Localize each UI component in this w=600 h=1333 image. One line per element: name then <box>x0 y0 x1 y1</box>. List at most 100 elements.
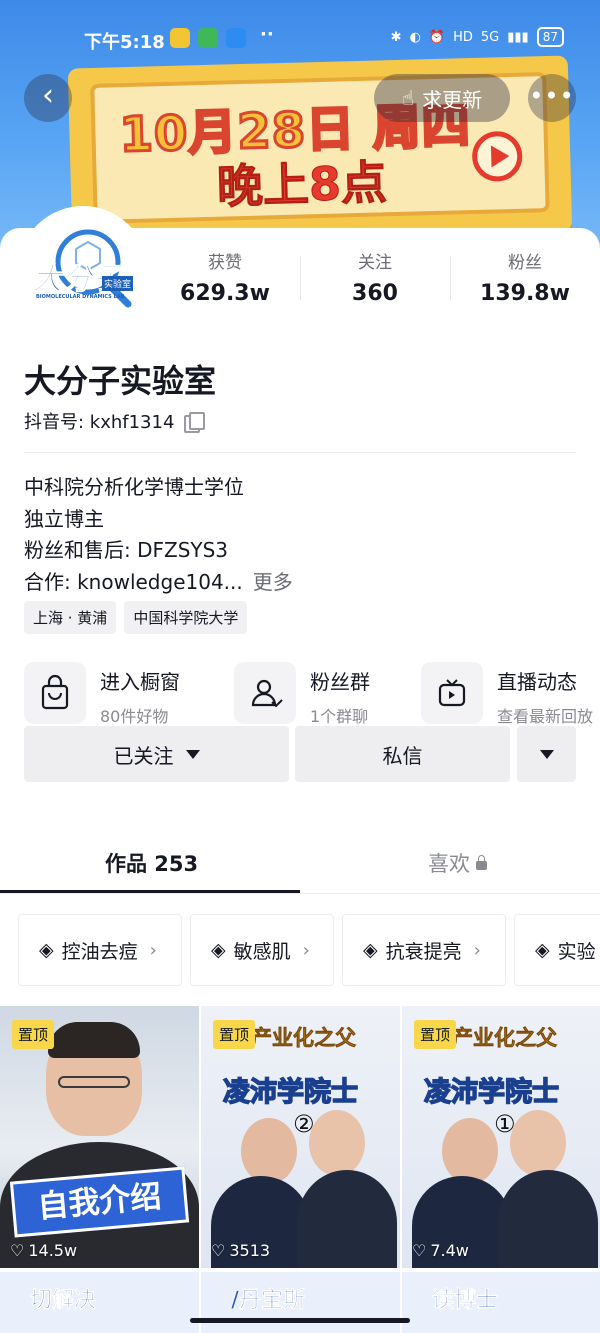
request-update-button[interactable]: ☝ 求更新 <box>374 74 510 122</box>
layers-icon: ◈ <box>211 939 226 961</box>
message-button[interactable]: 私信 <box>295 726 510 782</box>
video-thumbnail[interactable]: 产业化之父 凌沛学院士 ① 置顶 ♡ 7.4w <box>402 1006 600 1268</box>
person-image <box>309 1110 365 1176</box>
home-indicator[interactable] <box>190 1318 410 1323</box>
stat-label: 关注 <box>358 253 392 273</box>
likes-count: 3513 <box>229 1241 271 1260</box>
person-image <box>510 1110 566 1176</box>
profile-bio[interactable]: 中科院分析化学博士学位 独立博主 粉丝和售后: DFZSYS3 合作: know… <box>24 472 293 598</box>
person-image <box>442 1118 498 1184</box>
likes-count: 14.5w <box>28 1241 78 1260</box>
tab-likes-label: 喜欢 <box>428 852 470 876</box>
app-notification-icon <box>170 28 190 48</box>
lock-icon <box>476 855 487 870</box>
person-image <box>241 1118 297 1184</box>
feature-title: 进入橱窗 <box>100 670 180 694</box>
more-button[interactable]: ••• <box>528 74 576 122</box>
followed-button[interactable]: 已关注 <box>24 726 289 782</box>
douyin-id: 抖音号: kxhf1314 <box>24 408 206 434</box>
video-likes: ♡ 14.5w <box>10 1241 77 1260</box>
stat-value: 629.3w <box>180 281 270 306</box>
battery-icon: 87 <box>536 27 564 47</box>
stat-value: 360 <box>352 281 398 306</box>
video-headline-2: 凌沛学院士 <box>423 1076 560 1109</box>
avatar-subtext: 实验室 <box>102 276 134 291</box>
stat-following[interactable]: 关注 360 <box>300 248 450 308</box>
bio-more-link[interactable]: 更多 <box>253 570 293 594</box>
feature-subtitle: 查看最新回放 <box>497 707 594 726</box>
message-label: 私信 <box>382 743 423 768</box>
chevron-right-icon: › <box>302 939 310 961</box>
glasses-shape <box>58 1076 130 1088</box>
video-headline-2: 凌沛学院士 <box>222 1076 359 1109</box>
shopping-bag-icon <box>24 662 86 724</box>
hair-shape <box>48 1022 140 1058</box>
status-right: ✱ ◐ ⏰ HD 5G ▮▮▮ 87 <box>391 27 564 47</box>
bluetooth-icon: ✱ <box>390 29 402 45</box>
send-icon <box>226 28 246 48</box>
banner-time: 晚上8点 <box>216 155 388 214</box>
video-likes: ♡ 7.4w <box>412 1241 469 1260</box>
caret-down-icon <box>539 749 554 759</box>
thumb-icon: ☝ <box>401 86 415 110</box>
profile-stats: 获赞 629.3w 关注 360 粉丝 139.8w <box>150 248 600 308</box>
tab-works[interactable]: 作品 253 <box>105 848 198 878</box>
feature-title: 直播动态 <box>497 670 577 694</box>
bio-line: 粉丝和售后: DFZSYS3 <box>24 538 229 562</box>
douyin-id-text: 抖音号: kxhf1314 <box>24 412 175 433</box>
heart-icon: ♡ <box>10 1241 25 1260</box>
pinned-badge: 置顶 <box>414 1020 457 1049</box>
stat-value: 139.8w <box>480 281 570 306</box>
status-time: 下午5:18 <box>84 32 165 53</box>
recommend-dropdown-button[interactable] <box>517 726 576 782</box>
chevron-right-icon: › <box>473 939 481 961</box>
followed-label: 已关注 <box>113 743 174 768</box>
status-more: ·· <box>260 24 274 45</box>
video-thumbnail[interactable]: 切解决 <box>0 1272 199 1333</box>
collection-label: 抗衰提亮 <box>385 940 462 963</box>
hd-badge: HD <box>453 29 473 45</box>
school-tag[interactable]: 中国科学院大学 <box>124 601 248 634</box>
feature-shop-window[interactable]: 进入橱窗 80件好物 <box>24 662 180 726</box>
feature-live-updates[interactable]: 直播动态 查看最新回放 <box>421 662 594 726</box>
request-update-label: 求更新 <box>422 87 483 112</box>
location-tag[interactable]: 上海 · 黄浦 <box>24 601 117 634</box>
tab-likes[interactable]: 喜欢 <box>428 848 487 878</box>
back-button[interactable]: ‹ <box>24 74 72 122</box>
feature-title: 粉丝群 <box>310 670 370 694</box>
avatar[interactable]: 大分子 实验室 BIOMOLECULAR DYNAMICS LAB <box>18 206 148 336</box>
collection-item[interactable]: ◈ 敏感肌 › <box>190 914 334 986</box>
play-icon <box>471 130 523 183</box>
video-thumbnail[interactable]: 产业化之父 凌沛学院士 ② 置顶 ♡ 3513 <box>201 1006 400 1268</box>
profile-tags: 上海 · 黄浦 中国科学院大学 <box>24 601 248 634</box>
collection-item[interactable]: ◈ 抗衰提亮 › <box>342 914 506 986</box>
copy-icon[interactable] <box>184 412 206 433</box>
collection-item[interactable]: ◈ 实验 <box>514 914 600 986</box>
bio-line: 中科院分析化学博士学位 <box>24 475 244 499</box>
tv-icon <box>421 662 483 724</box>
body-shape <box>297 1170 397 1268</box>
stat-likes[interactable]: 获赞 629.3w <box>150 248 300 308</box>
stat-followers[interactable]: 粉丝 139.8w <box>450 248 600 308</box>
video-headline: 切解决 <box>30 1288 97 1314</box>
feature-subtitle: 80件好物 <box>100 707 169 726</box>
likes-count: 7.4w <box>430 1241 469 1260</box>
bio-line: 合作: knowledge104... <box>24 569 243 594</box>
collection-label: 控油去痘 <box>61 940 138 963</box>
collection-item[interactable]: ◈ 控油去痘 › <box>18 914 182 986</box>
signal-icon: ▮▮▮ <box>507 29 529 45</box>
feature-fan-group[interactable]: 粉丝群 1个群聊 <box>234 662 370 726</box>
video-likes: ♡ 3513 <box>211 1241 270 1260</box>
avatar-logo: 大分子 实验室 BIOMOLECULAR DYNAMICS LAB <box>26 214 140 328</box>
video-thumbnail[interactable]: 读博士 <box>402 1272 600 1333</box>
profile-name: 大分子实验室 <box>24 362 217 400</box>
video-thumbnail[interactable]: /丹宝斯 <box>201 1272 400 1333</box>
bio-line: 独立博主 <box>24 506 104 531</box>
video-headline: /丹宝斯 <box>231 1288 306 1314</box>
heart-icon: ♡ <box>211 1241 226 1260</box>
video-headline: 产业化之父 <box>452 1026 558 1051</box>
video-headline: 读博士 <box>432 1288 499 1314</box>
pinned-badge: 置顶 <box>213 1020 256 1049</box>
video-thumbnail[interactable]: 自我介绍 置顶 ♡ 14.5w <box>0 1006 199 1268</box>
layers-icon: ◈ <box>535 939 550 961</box>
